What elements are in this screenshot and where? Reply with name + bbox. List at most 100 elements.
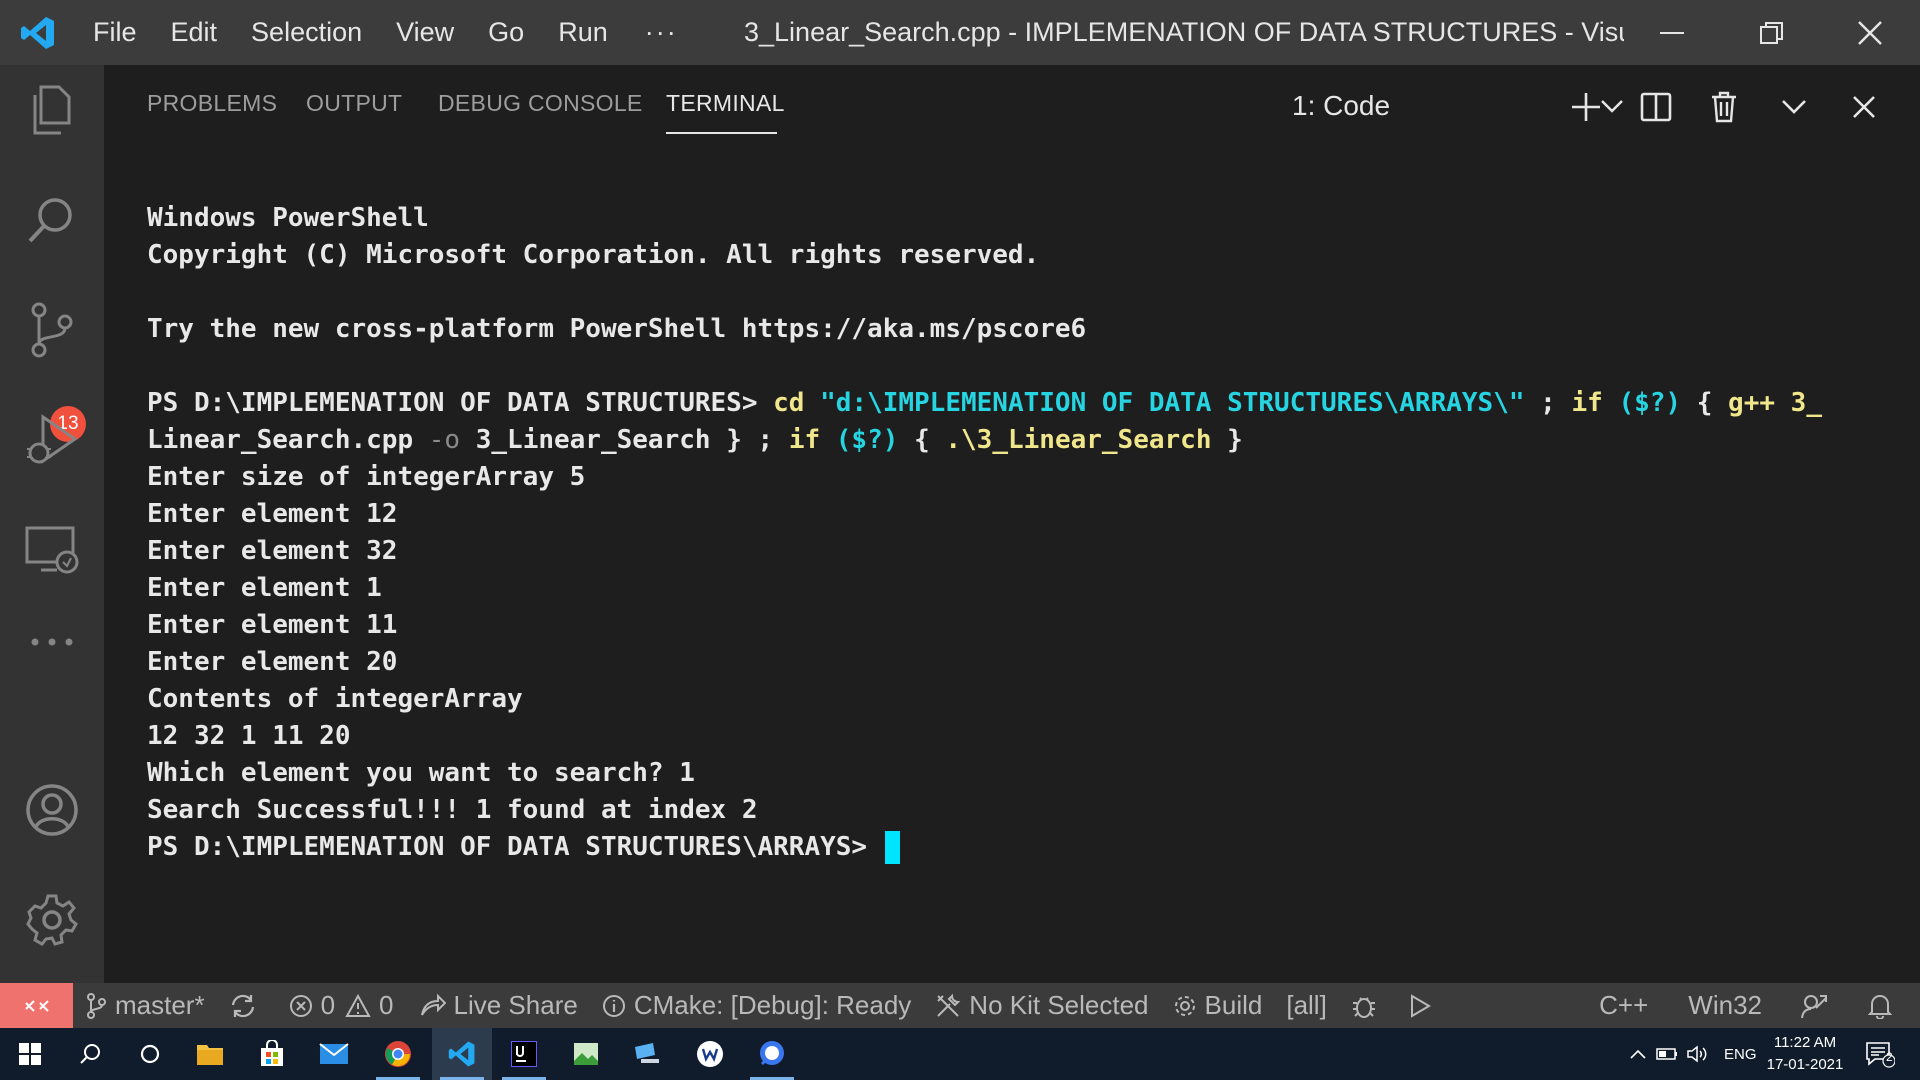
branch-name: master* [115, 990, 205, 1020]
cortana-icon[interactable] [120, 1028, 180, 1080]
store-icon[interactable] [242, 1028, 302, 1080]
cmd-gpp: g++ 3_ [1728, 388, 1822, 418]
terminal-line: Try the new cross-platform PowerShell ht… [147, 314, 1087, 344]
tray-expand-chevron-icon[interactable] [1630, 1049, 1646, 1059]
menu-run[interactable]: Run [541, 0, 625, 65]
menu-file[interactable]: File [76, 0, 154, 65]
image-viewer-icon[interactable] [556, 1028, 616, 1080]
status-bar-right: C++ Win32 [1579, 983, 1920, 1028]
bell-icon [1868, 994, 1892, 1019]
warning-count: 0 [379, 990, 394, 1020]
settings-gear-icon[interactable] [0, 875, 104, 965]
sync-icon [231, 994, 254, 1017]
terminal-line: Enter element 1 [147, 573, 382, 603]
mail-icon[interactable] [304, 1028, 364, 1080]
feedback-icon [1801, 994, 1827, 1018]
terminal-cursor [884, 831, 900, 864]
tab-output[interactable]: OUTPUT [306, 65, 402, 142]
action-center-icon[interactable]: 2 [1850, 1028, 1910, 1080]
cmd-cd: cd [773, 388, 821, 418]
trash-icon[interactable] [1694, 79, 1754, 135]
debug-button[interactable] [1339, 983, 1397, 1028]
input-language[interactable]: ENG [1724, 1046, 1757, 1063]
split-terminal-icon[interactable] [1626, 79, 1686, 135]
cmd-brace: { [1696, 388, 1729, 418]
close-window-icon[interactable] [1830, 0, 1910, 65]
tab-debug-console[interactable]: DEBUG CONSOLE [438, 65, 643, 142]
windows-start-icon[interactable] [0, 1028, 60, 1080]
close-panel-icon[interactable] [1834, 79, 1894, 135]
language-mode[interactable]: C++ [1579, 983, 1668, 1028]
terminal-line: Which element you want to search? 1 [147, 758, 695, 788]
terminal-prompt-line: PS D:\IMPLEMENATION OF DATA STRUCTURES\A… [147, 829, 1867, 866]
build-target[interactable]: [all] [1274, 983, 1338, 1028]
remote-indicator[interactable] [0, 983, 73, 1028]
source-control-icon[interactable] [0, 285, 104, 375]
prompt: PS D:\IMPLEMENATION OF DATA STRUCTURES\A… [147, 832, 883, 862]
tab-problems[interactable]: PROBLEMS [147, 65, 277, 142]
kit-selector[interactable]: No Kit Selected [923, 983, 1160, 1028]
live-share-button[interactable]: Live Share [406, 983, 590, 1028]
menu-edit[interactable]: Edit [154, 0, 235, 65]
build-label: Build [1204, 990, 1263, 1020]
signal-chat-icon[interactable] [742, 1028, 802, 1080]
menu-go[interactable]: Go [471, 0, 541, 65]
cmd-if: if [1571, 388, 1619, 418]
volume-icon[interactable] [1686, 1045, 1710, 1063]
cmd-close: } [1211, 425, 1243, 455]
terminal-command-line: PS D:\IMPLEMENATION OF DATA STRUCTURES> … [147, 385, 1867, 422]
search-icon[interactable] [0, 175, 104, 265]
menu-more[interactable]: ··· [625, 17, 698, 48]
platform[interactable]: Win32 [1668, 983, 1782, 1028]
word-app-icon[interactable] [680, 1028, 740, 1080]
vscode-logo-icon [0, 0, 76, 65]
git-branch[interactable]: master* [73, 983, 217, 1028]
cmake-status[interactable]: CMake: [Debug]: Ready [590, 983, 923, 1028]
feedback-button[interactable] [1782, 983, 1854, 1028]
terminal-line: Copyright (C) Microsoft Corporation. All… [147, 240, 1040, 270]
maximize-panel-chevron-icon[interactable] [1764, 79, 1824, 135]
windows-taskbar: ENG 11:22 AM 17-01-2021 2 [0, 1028, 1920, 1080]
remote-icon [24, 999, 49, 1012]
restore-icon[interactable] [1732, 0, 1812, 65]
file-explorer-icon[interactable] [180, 1028, 240, 1080]
notification-count: 2 [1886, 1050, 1893, 1064]
new-terminal-plus-icon[interactable] [1556, 79, 1616, 135]
explorer-icon[interactable] [0, 65, 104, 155]
terminal-line: Enter element 32 [147, 536, 398, 566]
account-icon[interactable] [0, 765, 104, 855]
tab-terminal[interactable]: TERMINAL [666, 65, 785, 142]
taskbar-clock[interactable]: 11:22 AM 17-01-2021 [1760, 1032, 1850, 1076]
battery-icon[interactable] [1656, 1047, 1678, 1061]
terminal-line: Contents of integerArray [147, 684, 523, 714]
notifications-button[interactable] [1854, 983, 1920, 1028]
menu-selection[interactable]: Selection [234, 0, 379, 65]
branch-icon [87, 992, 106, 1019]
error-count: 0 [320, 990, 336, 1020]
terminal-output[interactable]: Windows PowerShell Copyright (C) Microso… [147, 200, 1867, 866]
problems-indicator[interactable]: 0 0 [277, 983, 406, 1028]
taskbar-search-icon[interactable] [60, 1028, 120, 1080]
cmd-path: "d:\IMPLEMENATION OF DATA STRUCTURES\ARR… [820, 388, 1525, 418]
cmd-cond: ($?) [835, 425, 915, 455]
pc-tools-icon[interactable] [618, 1028, 678, 1080]
build-button[interactable]: Build [1161, 983, 1275, 1028]
more-icon[interactable] [0, 597, 104, 687]
remote-explorer-icon[interactable] [0, 505, 104, 595]
intellij-icon[interactable] [494, 1028, 554, 1080]
cmd-sep: ; [1524, 388, 1572, 418]
chrome-icon[interactable] [368, 1028, 428, 1080]
activity-bar: 13 [0, 65, 104, 983]
system-tray: ENG [1630, 1028, 1757, 1080]
clock-time: 11:22 AM [1773, 1034, 1837, 1051]
terminal-line: Enter element 11 [147, 610, 398, 640]
bug-icon [1352, 996, 1375, 1018]
sync-button[interactable] [217, 983, 277, 1028]
run-button[interactable] [1397, 983, 1451, 1028]
vscode-taskbar-icon[interactable] [432, 1028, 492, 1080]
minimize-icon[interactable] [1632, 0, 1712, 65]
menu-view[interactable]: View [379, 0, 471, 65]
tools-icon [937, 993, 961, 1017]
run-debug-icon[interactable] [0, 395, 104, 485]
